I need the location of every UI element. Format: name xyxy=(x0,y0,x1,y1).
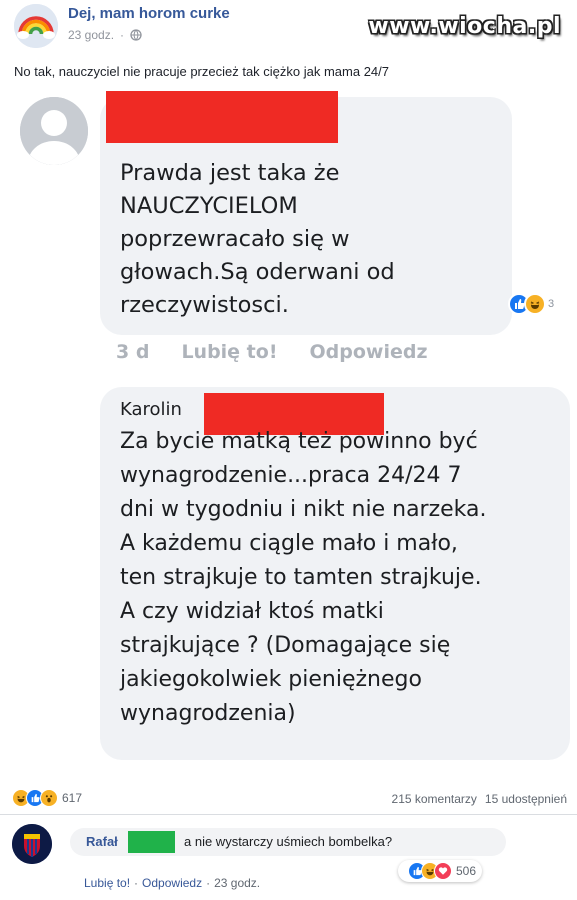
reply-actions: Lubię to! · Odpowiedz · 23 godz. xyxy=(84,876,260,890)
fc-barcelona-crest-icon[interactable] xyxy=(12,824,52,864)
wow-reaction-icon xyxy=(40,789,58,807)
default-avatar-icon xyxy=(20,97,88,165)
page-name[interactable]: Dej, mam horom curke xyxy=(68,5,230,22)
post-counts: 215 komentarzy 15 udostępnień xyxy=(392,792,567,806)
comment-1-like-link[interactable]: Lubię to! xyxy=(181,341,277,363)
comment-1-reply-link[interactable]: Odpowiedz xyxy=(310,341,428,363)
separator: · xyxy=(134,876,139,890)
redacted-name-1 xyxy=(106,91,338,143)
reply-reply-link[interactable]: Odpowiedz xyxy=(142,876,202,890)
comments-count-link[interactable]: 215 komentarzy xyxy=(392,792,477,806)
reply-bubble: Rafał a nie wystarczy uśmiech bombelka? xyxy=(70,828,506,856)
comment-bubble-1: Prawda jest taka że NAUCZYCIELOM poprzew… xyxy=(100,91,554,335)
watermark: www.wiocha.pl xyxy=(368,14,561,39)
haha-reaction-icon xyxy=(524,293,546,315)
reply-reaction-count: 506 xyxy=(456,864,477,878)
reply-time[interactable]: 23 godz. xyxy=(214,876,260,890)
reply-comment: Rafał a nie wystarczy uśmiech bombelka? … xyxy=(0,816,577,900)
reply-text: a nie wystarczy uśmiech bombelka? xyxy=(184,834,393,849)
redacted-surname xyxy=(128,831,175,853)
embedded-screenshot: Prawda jest taka że NAUCZYCIELOM poprzew… xyxy=(4,87,577,770)
comment-2-author: Karolin xyxy=(120,399,182,420)
comment-1-reactions: 3 xyxy=(508,293,555,315)
comment-1-age: 3 d xyxy=(116,341,150,363)
post-meta: 23 godz. · xyxy=(68,28,142,42)
post-time[interactable]: 23 godz. xyxy=(68,28,114,42)
post-header: Dej, mam horom curke 23 godz. · www.wioc… xyxy=(0,0,577,56)
post-text: No tak, nauczyciel nie pracuje przecież … xyxy=(14,64,390,79)
comment-1-actions: 3 d Lubię to! Odpowiedz xyxy=(116,341,428,363)
separator: · xyxy=(206,876,211,890)
comment-text-2: Za bycie matką też powinno być wynagrodz… xyxy=(120,429,487,726)
reply-reactions[interactable]: 506 xyxy=(398,860,483,882)
rainbow-avatar-icon[interactable] xyxy=(14,4,58,48)
love-reaction-icon xyxy=(434,862,452,880)
reply-author[interactable]: Rafał xyxy=(86,834,118,849)
post-reactions[interactable]: 617 xyxy=(12,789,82,807)
globe-icon[interactable] xyxy=(130,29,142,41)
post-stats: 617 215 komentarzy 15 udostępnień xyxy=(0,775,577,815)
reply-like-link[interactable]: Lubię to! xyxy=(84,876,130,890)
shares-count-link[interactable]: 15 udostępnień xyxy=(485,792,567,806)
comment-1-reaction-count: 3 xyxy=(548,298,555,310)
comment-bubble-2: Karolin Za bycie matką też powinno być w… xyxy=(100,387,570,760)
comment-text-1: Prawda jest taka że NAUCZYCIELOM poprzew… xyxy=(120,160,395,318)
post-reaction-count: 617 xyxy=(62,791,83,805)
